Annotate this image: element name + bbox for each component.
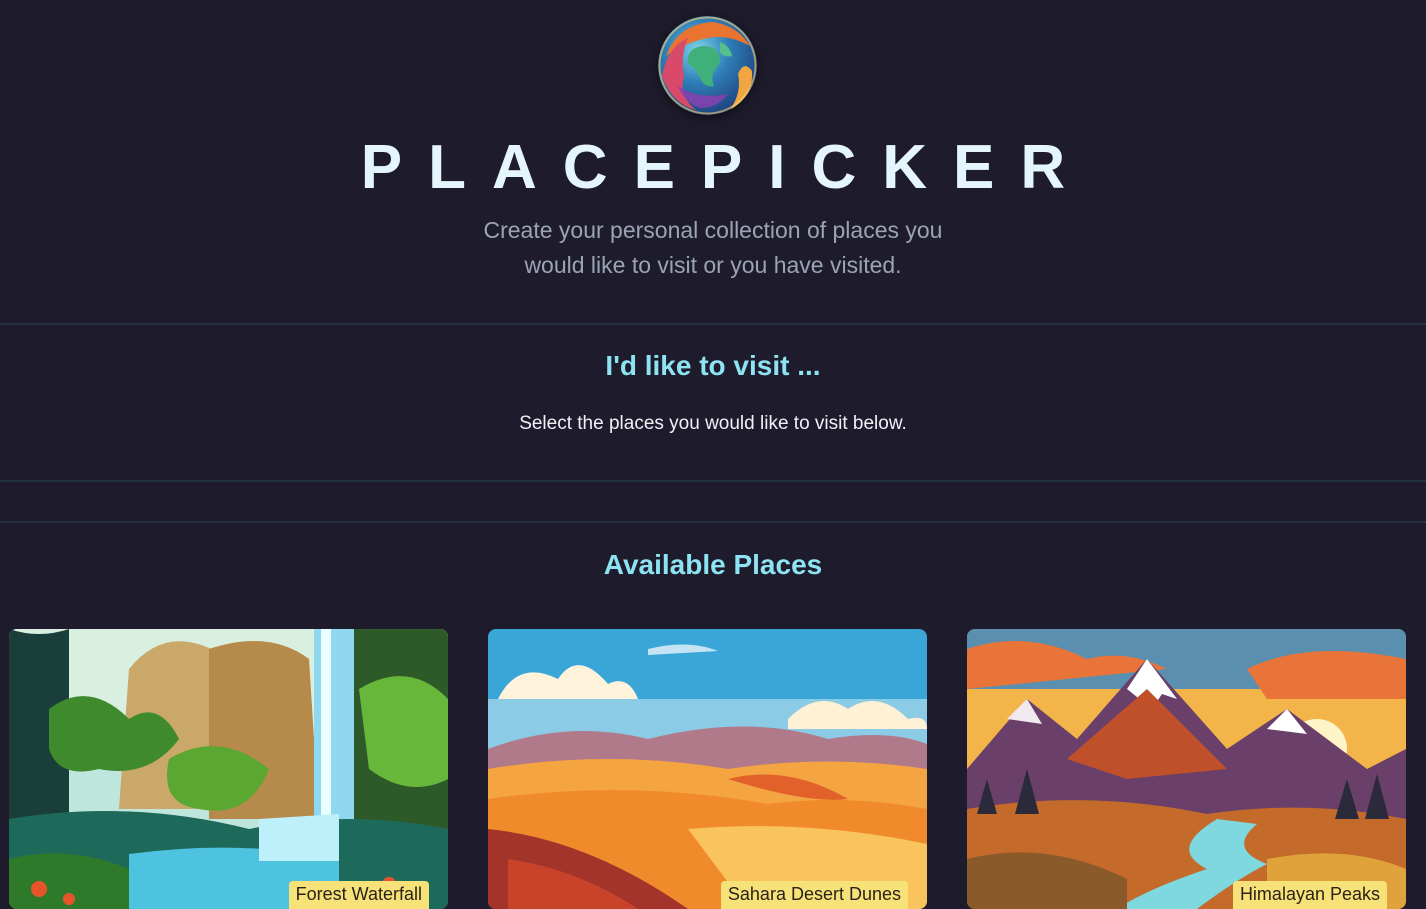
section-divider [0, 323, 1426, 325]
mountain-peaks-image [967, 629, 1406, 909]
place-card-title: Himalayan Peaks [1232, 881, 1387, 909]
place-card-himalayan-peaks[interactable]: Himalayan Peaks [967, 629, 1406, 909]
globe-logo-icon [658, 16, 757, 115]
tagline-line-2: would like to visit or you have visited. [524, 252, 902, 278]
picked-places-fallback-text: Select the places you would like to visi… [519, 413, 907, 434]
picked-places-heading: I'd like to visit ... [605, 350, 821, 381]
app-tagline: Create your personal collection of place… [463, 213, 963, 283]
tagline-line-1: Create your personal collection of place… [483, 217, 943, 243]
app-title: PLACEPICKER [360, 133, 1092, 202]
desert-dunes-image [488, 629, 927, 909]
place-card-sahara-desert-dunes[interactable]: Sahara Desert Dunes [488, 629, 927, 909]
app-header: PLACEPICKER Create your personal collect… [0, 0, 1426, 324]
available-places-heading: Available Places [603, 549, 823, 580]
section-divider [0, 521, 1426, 523]
place-card-title: Forest Waterfall [288, 881, 429, 909]
place-card-title: Sahara Desert Dunes [720, 881, 908, 909]
section-divider [0, 480, 1426, 482]
place-card-forest-waterfall[interactable]: Forest Waterfall [9, 629, 448, 909]
forest-waterfall-image [9, 629, 448, 909]
